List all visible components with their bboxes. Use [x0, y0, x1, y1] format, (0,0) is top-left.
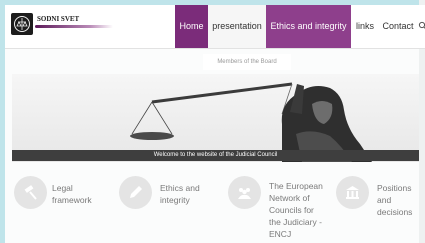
hero-banner [12, 74, 419, 162]
logo-swoosh [35, 25, 113, 28]
feature-label-encj: The European Network of Councils for the… [269, 181, 323, 239]
nav-links[interactable]: links [351, 5, 379, 48]
nav-contact[interactable]: Contact [379, 5, 417, 48]
people-icon [228, 176, 261, 209]
building-icon [336, 176, 369, 209]
hero-caption: Welcome to the website of the Judicial C… [153, 152, 278, 158]
nav-ethics-and-integrity[interactable]: Ethics and integrity [266, 5, 351, 48]
feature-label-legal-framework: Legal framework [52, 183, 92, 205]
gavel-icon [14, 176, 47, 209]
nav-presentation[interactable]: presentation [208, 5, 266, 48]
logo-text: SODNI SVET [37, 15, 80, 23]
hero-caption-bar: Welcome to the website of the Judicial C… [12, 150, 419, 161]
logo-seal-icon [11, 13, 33, 35]
nav-home[interactable]: Home [175, 5, 208, 48]
feature-label-ethics-and-integrity: Ethics and integrity [160, 183, 200, 205]
search-icon[interactable] [418, 5, 425, 48]
dropdown-members-of-the-board[interactable]: Members of the Board [203, 54, 291, 70]
pen-icon [119, 176, 152, 209]
site-logo[interactable]: SODNI SVET [11, 13, 121, 35]
feature-label-positions-and-decisions: Positions and decisions [377, 183, 413, 217]
justice-statue-image [130, 82, 372, 162]
site-header: SODNI SVET Home presentation Ethics and … [5, 5, 425, 49]
